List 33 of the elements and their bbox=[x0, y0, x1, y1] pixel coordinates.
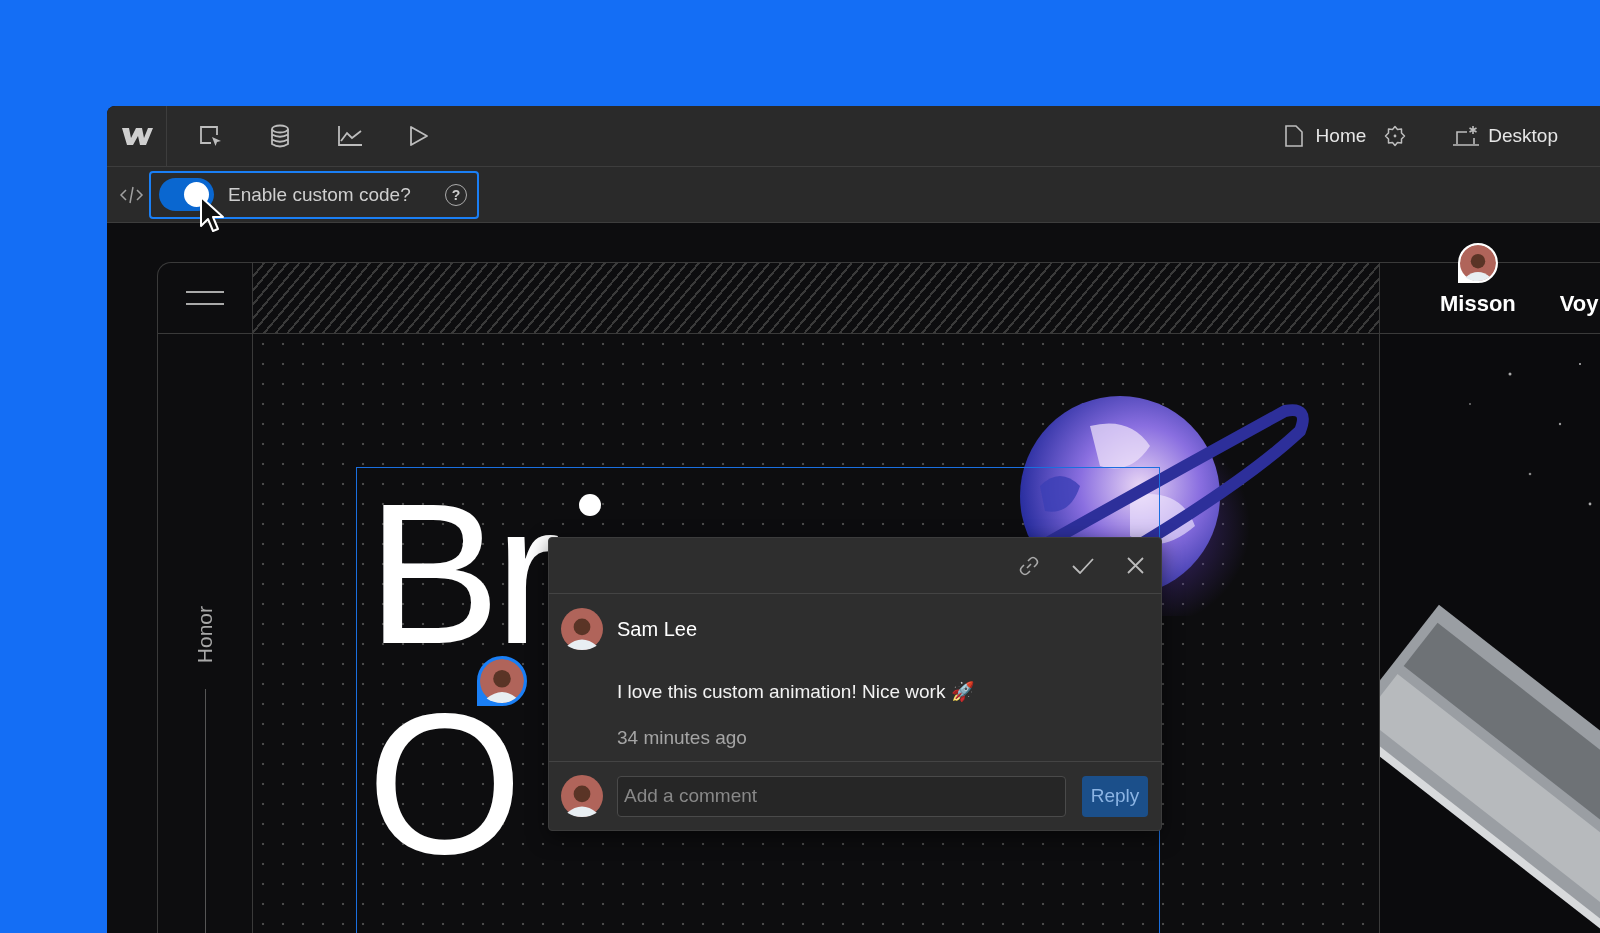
play-icon[interactable] bbox=[409, 125, 429, 147]
avatar bbox=[1460, 245, 1496, 281]
toggle-switch[interactable] bbox=[159, 178, 214, 211]
comment-input[interactable]: Add a comment bbox=[617, 775, 1066, 817]
heading-line: O bbox=[367, 709, 517, 859]
comment-text: I love this custom animation! Nice work 🚀 bbox=[617, 680, 975, 703]
avatar bbox=[480, 659, 524, 703]
side-label: Honor bbox=[193, 606, 217, 664]
logo-icon[interactable] bbox=[119, 125, 154, 147]
letter-dot bbox=[579, 494, 601, 516]
reply-button[interactable]: Reply bbox=[1082, 775, 1148, 817]
check-icon[interactable] bbox=[1072, 557, 1094, 574]
desktop-icon[interactable] bbox=[1452, 125, 1481, 147]
comment-time: 34 minutes ago bbox=[617, 727, 747, 749]
page-name[interactable]: Home bbox=[1315, 125, 1367, 147]
author-name: Sam Lee bbox=[617, 617, 698, 641]
menu-icon[interactable] bbox=[186, 291, 224, 305]
page-icon[interactable] bbox=[1284, 125, 1303, 147]
nav-link[interactable]: Voy bbox=[1559, 291, 1599, 317]
toggle-label: Enable custom code? bbox=[228, 183, 412, 206]
breakpoint-name[interactable]: Desktop bbox=[1488, 125, 1558, 147]
settings-icon[interactable] bbox=[1384, 125, 1407, 147]
heading-line: Br bbox=[367, 499, 555, 649]
database-icon[interactable] bbox=[269, 123, 291, 149]
code-icon[interactable] bbox=[119, 185, 144, 204]
comment-pin[interactable] bbox=[477, 656, 527, 706]
close-icon[interactable] bbox=[1127, 557, 1144, 574]
select-icon[interactable] bbox=[198, 123, 223, 149]
link-icon[interactable] bbox=[1019, 555, 1039, 576]
chart-icon[interactable] bbox=[337, 125, 363, 147]
avatar bbox=[561, 775, 603, 817]
nav-link[interactable]: Misson bbox=[1440, 291, 1516, 317]
avatar bbox=[561, 608, 603, 650]
